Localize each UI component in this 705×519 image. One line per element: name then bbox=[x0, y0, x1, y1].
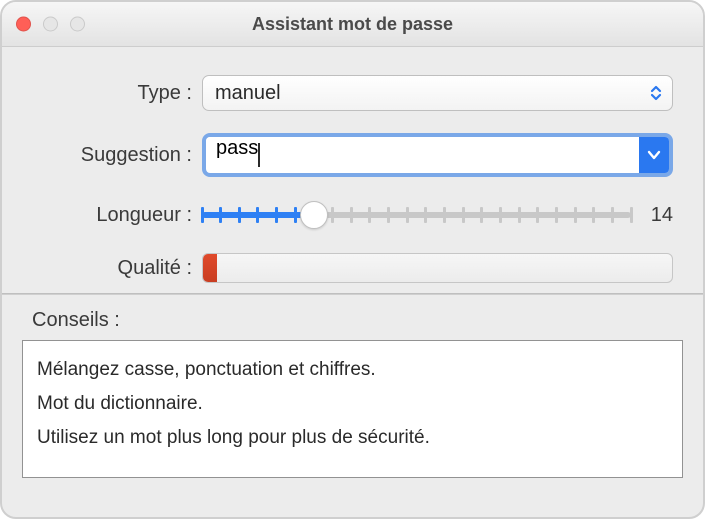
length-slider[interactable] bbox=[202, 199, 631, 231]
window-title: Assistant mot de passe bbox=[252, 14, 453, 35]
tip-line: Utilisez un mot plus long pour plus de s… bbox=[37, 421, 668, 455]
length-row: Longueur : 14 bbox=[32, 199, 673, 231]
type-popup[interactable]: manuel bbox=[202, 75, 673, 111]
title-bar[interactable]: Assistant mot de passe bbox=[2, 2, 703, 47]
quality-label: Qualité : bbox=[32, 257, 202, 280]
quality-row: Qualité : bbox=[32, 253, 673, 283]
type-value: manuel bbox=[215, 82, 281, 105]
window-controls bbox=[16, 17, 85, 32]
suggestion-row: Suggestion : bbox=[32, 133, 673, 177]
type-row: Type : manuel bbox=[32, 75, 673, 111]
type-label: Type : bbox=[32, 82, 202, 105]
password-assistant-window: Assistant mot de passe Type : manuel bbox=[0, 0, 705, 519]
close-icon[interactable] bbox=[16, 17, 31, 32]
minimize-icon[interactable] bbox=[43, 17, 58, 32]
length-label: Longueur : bbox=[32, 204, 202, 227]
suggestion-combo bbox=[202, 133, 673, 177]
zoom-icon[interactable] bbox=[70, 17, 85, 32]
length-value: 14 bbox=[647, 204, 673, 227]
chevron-up-down-icon bbox=[646, 82, 666, 104]
quality-meter bbox=[202, 253, 673, 283]
suggestion-dropdown-button[interactable] bbox=[639, 137, 669, 173]
tips-box: Mélangez casse, ponctuation et chiffres.… bbox=[22, 340, 683, 478]
tips-header: Conseils : bbox=[2, 295, 703, 340]
chevron-down-icon bbox=[647, 150, 661, 160]
form-area: Type : manuel Suggestion : bbox=[2, 47, 703, 283]
suggestion-input[interactable] bbox=[206, 137, 491, 160]
quality-fill bbox=[203, 254, 217, 282]
tip-line: Mot du dictionnaire. bbox=[37, 387, 668, 421]
text-caret-icon bbox=[258, 143, 260, 167]
suggestion-label: Suggestion : bbox=[32, 144, 202, 167]
slider-thumb[interactable] bbox=[300, 201, 328, 229]
tip-line: Mélangez casse, ponctuation et chiffres. bbox=[37, 353, 668, 387]
